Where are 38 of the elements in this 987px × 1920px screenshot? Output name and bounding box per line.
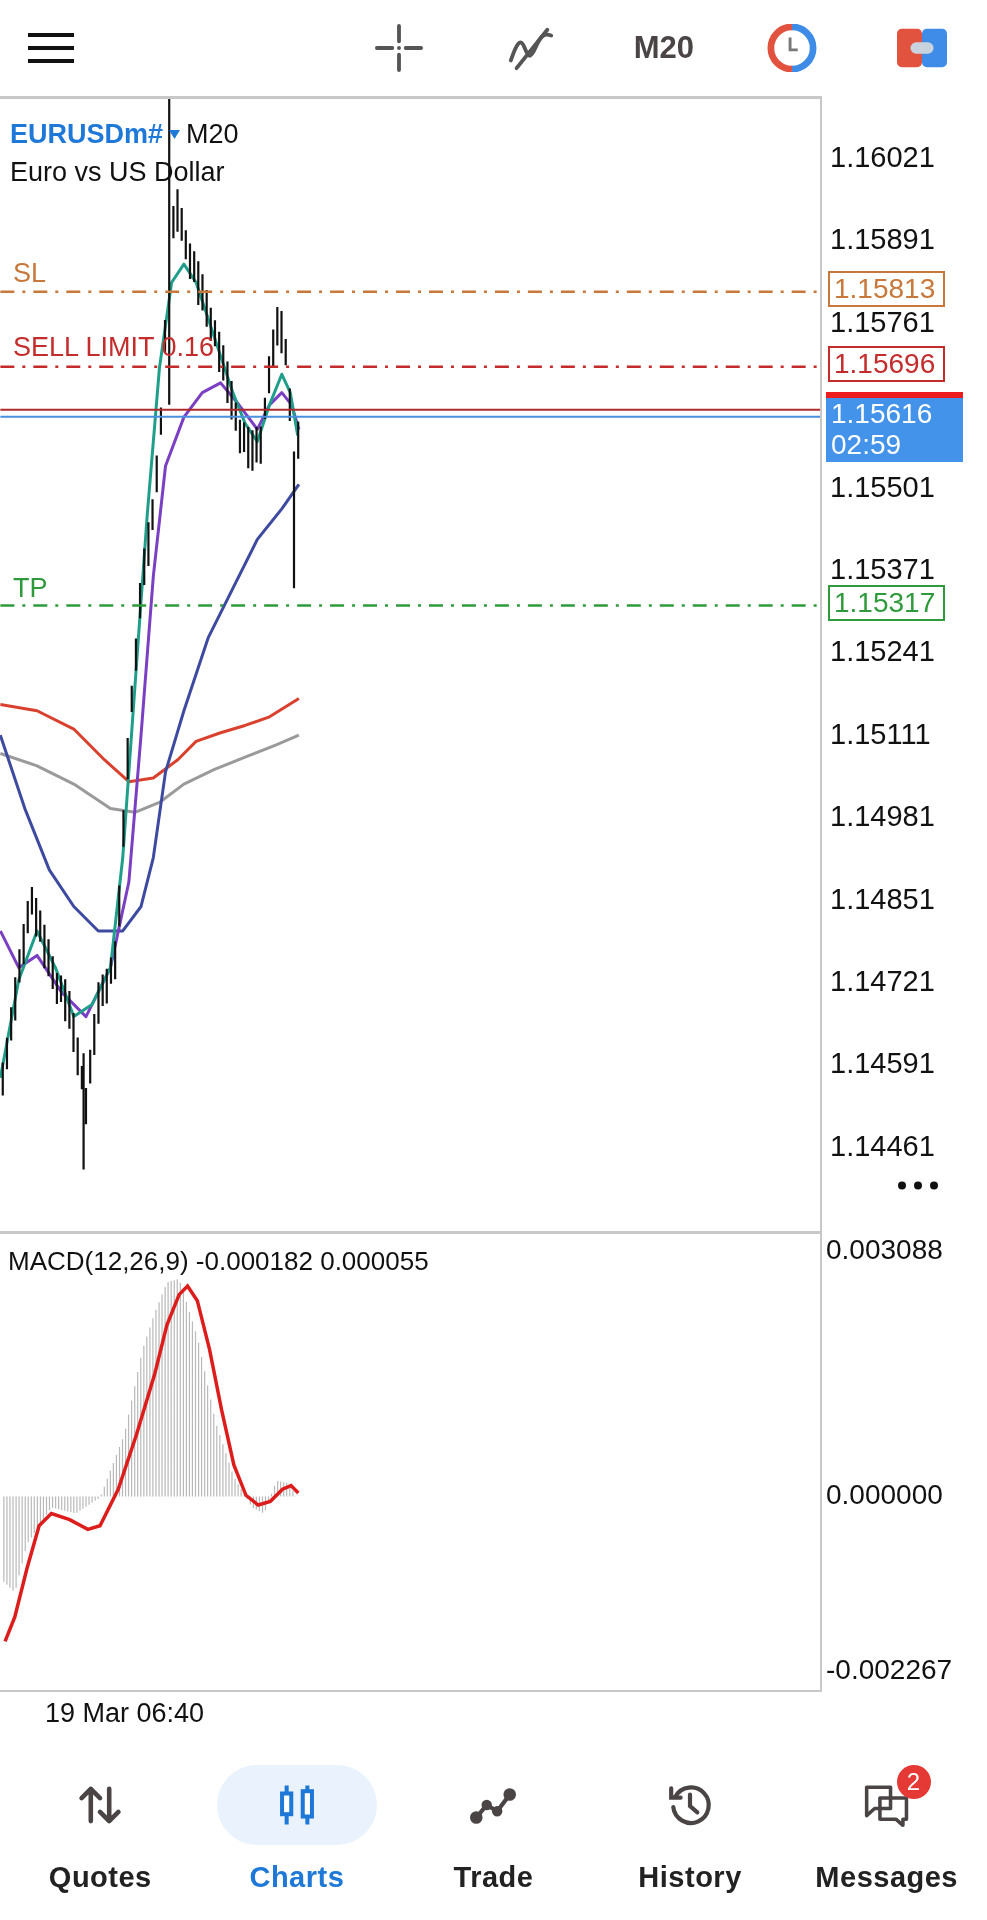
unread-badge: 2 xyxy=(896,1765,931,1799)
price-tick: 1.15241 xyxy=(830,635,935,669)
time-label: 19 Mar 06:40 xyxy=(45,1698,205,1729)
symbol-name[interactable]: EURUSDm# xyxy=(10,119,164,150)
price-tick: 1.16021 xyxy=(830,141,935,174)
chart-timeframe: M20 xyxy=(186,119,239,150)
timeframe-button[interactable]: M20 xyxy=(633,30,694,66)
nav-tab[interactable]: History xyxy=(595,1765,786,1894)
price-tick: 1.14981 xyxy=(830,800,935,834)
macd-tick: 0.003088 xyxy=(826,1234,943,1266)
price-tick: 1.15891 xyxy=(830,223,935,257)
order-label: TP xyxy=(13,573,48,604)
price-tag: 1.15317 xyxy=(828,585,946,621)
price-tick: 1.14721 xyxy=(830,965,935,998)
price-tick: 1.15111 xyxy=(830,717,931,751)
clock-icon[interactable] xyxy=(767,24,817,72)
nav-tab[interactable]: 2 Messages xyxy=(791,1765,982,1894)
price-tick: 1.15761 xyxy=(830,305,935,339)
price-tick: 1.14461 xyxy=(830,1129,935,1163)
price-tick: 1.15501 xyxy=(830,470,935,504)
price-tick: 1.14591 xyxy=(830,1047,935,1081)
macd-tick: 0.000000 xyxy=(826,1479,943,1511)
crosshair-icon[interactable] xyxy=(373,24,424,72)
price-tag: 1.15813 xyxy=(828,271,946,307)
order-label: SL xyxy=(13,258,47,289)
macd-tick: -0.002267 xyxy=(826,1654,953,1686)
bar-countdown: 02:59 xyxy=(831,429,903,460)
price-tick: 1.15371 xyxy=(830,553,935,586)
dropdown-icon[interactable] xyxy=(169,130,181,139)
nav-tab[interactable]: Trade xyxy=(398,1765,589,1894)
current-price: 1.15616 xyxy=(831,398,934,429)
price-tick: 1.14851 xyxy=(830,882,935,916)
history-icon xyxy=(667,1782,714,1828)
price-tag: 1.15696 xyxy=(828,346,946,382)
nav-tab[interactable]: Quotes xyxy=(5,1765,196,1894)
macd-label: MACD(12,26,9) -0.000182 0.000055 xyxy=(8,1246,429,1277)
more-icon[interactable] xyxy=(898,1181,938,1190)
menu-icon[interactable] xyxy=(28,33,74,63)
